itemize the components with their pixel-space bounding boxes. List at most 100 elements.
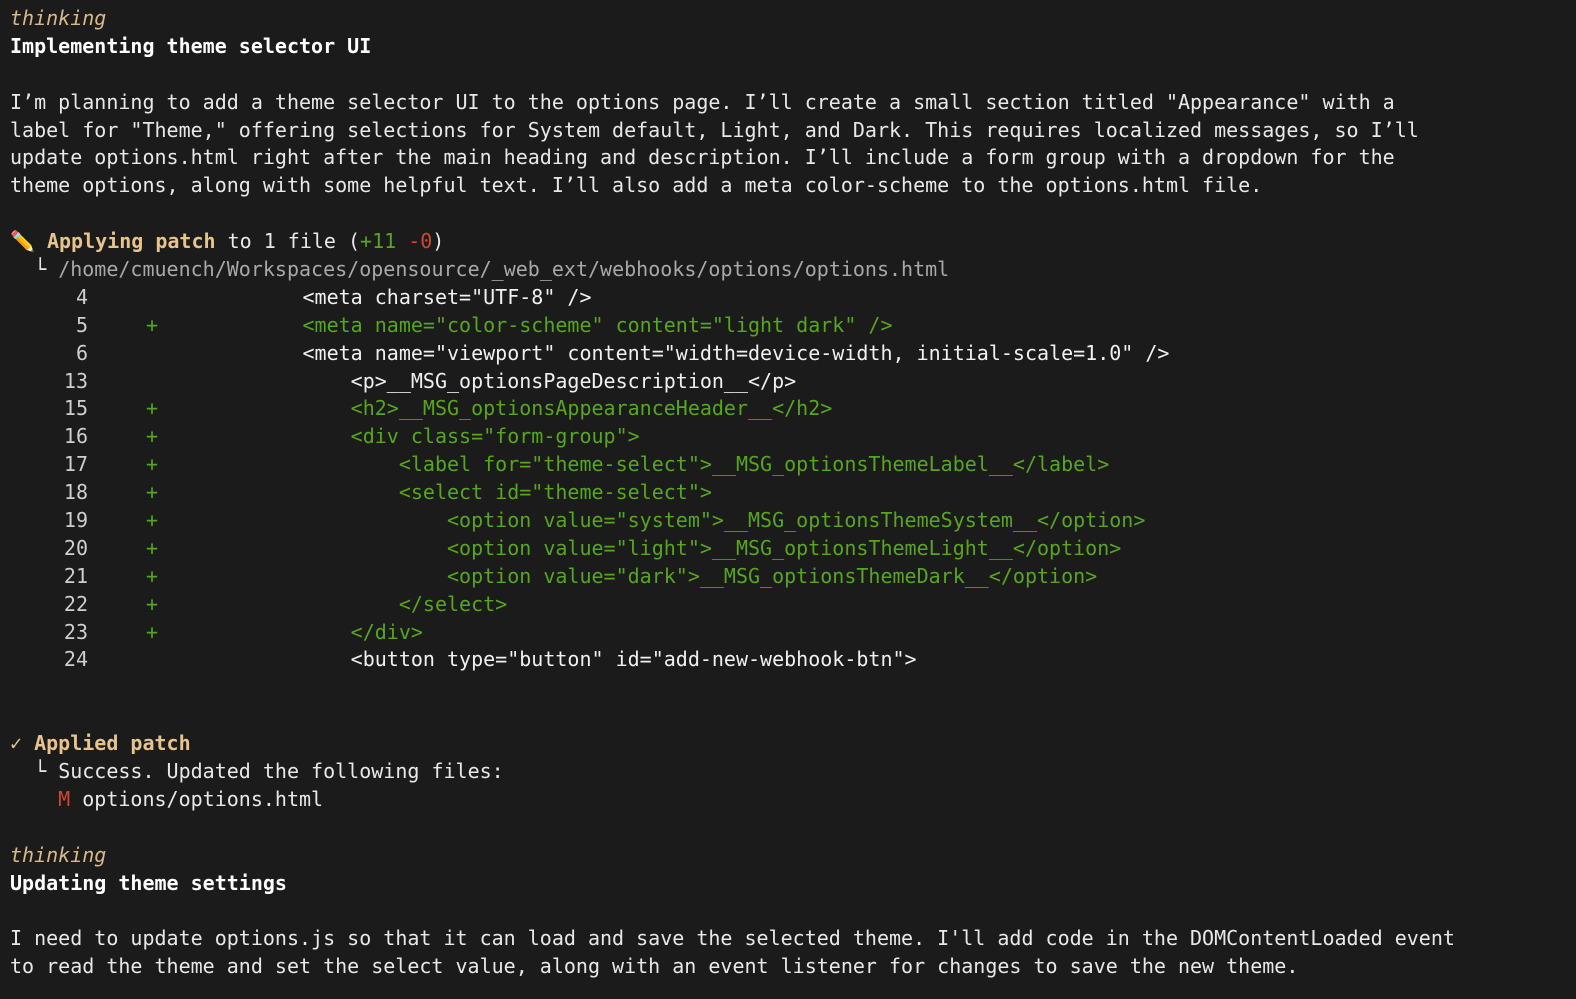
diff-marker: + xyxy=(145,312,158,337)
diff-line-number: 19 xyxy=(63,508,88,533)
thinking-tag: thinking xyxy=(10,842,107,867)
patch-path-line: └ /home/cmuench/Workspaces/opensource/_w… xyxy=(10,256,1570,284)
thinking-body-line: theme options, along with some helpful t… xyxy=(10,173,1263,198)
diff-line: 20 + <option value="light">__MSG_optionsT… xyxy=(10,535,1570,563)
diff-line-number: 6 xyxy=(75,340,88,365)
diff-gap xyxy=(158,536,206,560)
patch-summary-prefix: to 1 file ( xyxy=(215,229,361,254)
diff-code: <option value="light">__MSG_optionsTheme… xyxy=(206,535,1122,560)
applied-title: Applied patch xyxy=(34,731,191,756)
diff-gap xyxy=(158,424,206,448)
diff-line-number: 16 xyxy=(63,424,88,449)
thinking-body-line: I need to update options.js so that it c… xyxy=(10,926,1455,951)
file-status-badge: M xyxy=(58,786,71,811)
diff-marker: + xyxy=(145,424,158,449)
diff-line: 5 + <meta name="color-scheme" content="li… xyxy=(10,312,1570,340)
diff-marker: + xyxy=(145,396,158,421)
diff-line: 19 + <option value="system">__MSG_options… xyxy=(10,507,1570,535)
diff-gap xyxy=(158,452,206,476)
diff-line: 22 + </select> xyxy=(10,591,1570,619)
diff-line-number: 20 xyxy=(63,535,88,560)
diff-code: <meta name="color-scheme" content="light… xyxy=(206,312,893,337)
diff-code: <button type="button" id="add-new-webhoo… xyxy=(206,647,917,672)
thinking-tag: thinking xyxy=(10,6,107,30)
diff-code: <option value="dark">__MSG_optionsThemeD… xyxy=(206,563,1098,588)
diff-gap xyxy=(158,508,206,532)
diff-gap xyxy=(158,313,206,337)
diff-code: <option value="system">__MSG_optionsThem… xyxy=(206,508,1146,533)
diff-marker: + xyxy=(145,563,158,588)
diff-marker: + xyxy=(145,591,158,616)
pencil-icon: ✏️ xyxy=(10,229,35,254)
patch-header: ✏️ Applying patch to 1 file (+11 -0) xyxy=(10,228,1570,256)
diff-marker: + xyxy=(145,508,158,533)
diff-gap xyxy=(158,341,206,365)
thinking-body-line: I’m planning to add a theme selector UI … xyxy=(10,89,1395,114)
diff-line-number: 23 xyxy=(63,619,88,644)
diff-line-number: 15 xyxy=(63,396,88,421)
diff-code: <select id="theme-select"> xyxy=(206,480,712,505)
patch-added-count: +11 xyxy=(360,229,397,254)
diff-gap xyxy=(158,620,206,644)
diff-line-number: 4 xyxy=(75,284,88,309)
diff-gap xyxy=(158,480,206,504)
patch-file-path: /home/cmuench/Workspaces/opensource/_web… xyxy=(58,257,950,282)
diff-line: 15 + <h2>__MSG_optionsAppearanceHeader__<… xyxy=(10,395,1570,423)
applied-message: Success. Updated the following files: xyxy=(58,759,504,784)
applied-header: ✓ Applied patch xyxy=(10,730,1570,758)
diff-line: 23 + </div> xyxy=(10,619,1570,647)
thinking-heading: Updating theme settings xyxy=(10,870,287,895)
diff-gap xyxy=(158,285,206,309)
diff-gap xyxy=(158,592,206,616)
diff-line: 6 <meta name="viewport" content="width=d… xyxy=(10,340,1570,368)
applied-file-path: options/options.html xyxy=(82,786,324,811)
diff-line-number: 21 xyxy=(63,563,88,588)
diff-line: 17 + <label for="theme-select">__MSG_opti… xyxy=(10,451,1570,479)
diff-code: </select> xyxy=(206,591,508,616)
patch-removed-count: -0 xyxy=(408,229,433,254)
terminal-output: thinking Implementing theme selector UI … xyxy=(10,5,1570,981)
thinking-body-line: label for "Theme," offering selections f… xyxy=(10,117,1419,142)
diff-view: 4 <meta charset="UTF-8" /> 5 + <meta name=… xyxy=(10,284,1570,674)
diff-marker: + xyxy=(145,619,158,644)
diff-marker: + xyxy=(145,480,158,505)
diff-gap xyxy=(158,564,206,588)
diff-code: <label for="theme-select">__MSG_optionsT… xyxy=(206,452,1110,477)
diff-gap xyxy=(158,369,206,393)
thinking-body-line: to read the theme and set the select val… xyxy=(10,954,1299,979)
check-icon: ✓ xyxy=(10,731,23,756)
diff-marker: + xyxy=(145,452,158,477)
diff-code: <h2>__MSG_optionsAppearanceHeader__</h2> xyxy=(206,396,833,421)
tree-branch-icon: └ xyxy=(34,759,47,784)
diff-line-number: 22 xyxy=(63,591,88,616)
diff-gap xyxy=(158,396,206,420)
diff-line: 16 + <div class="form-group"> xyxy=(10,423,1570,451)
diff-gap xyxy=(158,647,206,671)
diff-code: </div> xyxy=(206,619,423,644)
diff-line-number: 17 xyxy=(63,452,88,477)
diff-line: 21 + <option value="dark">__MSG_optionsTh… xyxy=(10,563,1570,591)
thinking-heading: Implementing theme selector UI xyxy=(10,33,372,58)
diff-line: 18 + <select id="theme-select"> xyxy=(10,479,1570,507)
diff-line: 4 <meta charset="UTF-8" /> xyxy=(10,284,1570,312)
diff-line-number: 24 xyxy=(63,647,88,672)
applied-message-line: └ Success. Updated the following files: xyxy=(10,758,1570,786)
applied-file-line: M options/options.html xyxy=(10,786,1570,814)
diff-code: <meta charset="UTF-8" /> xyxy=(206,284,592,309)
tree-branch-icon: └ xyxy=(34,257,47,282)
patch-summary-suffix: ) xyxy=(432,229,445,254)
diff-line-number: 13 xyxy=(63,368,88,393)
diff-marker: + xyxy=(145,535,158,560)
diff-code: <meta name="viewport" content="width=dev… xyxy=(206,340,1170,365)
diff-line: 13 <p>__MSG_optionsPageDescription__</p> xyxy=(10,368,1570,396)
thinking-body-line: update options.html right after the main… xyxy=(10,145,1395,170)
diff-line-number: 18 xyxy=(63,480,88,505)
diff-code: <div class="form-group"> xyxy=(206,424,640,449)
diff-line: 24 <button type="button" id="add-new-web… xyxy=(10,646,1570,674)
